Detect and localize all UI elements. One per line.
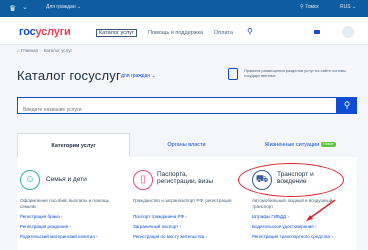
document-icon — [228, 68, 238, 80]
family-icon: ☺ — [20, 170, 40, 190]
tab-life-situations[interactable]: Жизненные ситуации Новое — [243, 133, 357, 157]
tab-categories[interactable]: Категории услуг — [17, 133, 130, 157]
search-input[interactable] — [18, 102, 336, 118]
page-title: Каталог госуслуг — [17, 68, 121, 83]
menu-chevron-icon[interactable]: ⌄ — [22, 3, 28, 11]
new-badge: Новое — [321, 142, 336, 148]
crest-icon: ♛ — [9, 4, 17, 13]
annotation-circle — [238, 163, 344, 197]
language-selector[interactable]: RUS ⌄ — [340, 4, 356, 10]
category-link[interactable]: Регистрация по месту жительства › — [133, 234, 207, 239]
category-link[interactable]: Родительский материнский капитал › — [20, 234, 98, 239]
nav-catalog[interactable]: Каталог услуг — [96, 29, 137, 37]
category-link[interactable]: Водительское удостоверение › — [252, 224, 317, 229]
category-desc-family: Оформление пособий, выплаты и помощь сем… — [20, 198, 110, 209]
catalog-tabs: Категории услуг Органы власти Жизненные … — [17, 133, 357, 157]
search-icon[interactable]: ⚲ — [247, 27, 253, 36]
breadcrumb-home[interactable]: ⌂ Главная — [17, 48, 38, 53]
category-link[interactable]: Регистрация брака › — [20, 214, 62, 219]
info-text[interactable]: Правила размещения разделов услуг на сай… — [244, 68, 359, 78]
catalog-audience-select[interactable]: для граждан ⌄ — [121, 73, 156, 79]
category-title-family[interactable]: Семья и дети — [46, 176, 87, 183]
breadcrumb-current: Каталог услуг — [43, 48, 73, 53]
top-bar: ♛ ⌄ Для граждан ⌄ ⚲ Томск RUS ⌄ — [0, 0, 368, 17]
avatar[interactable] — [342, 26, 354, 38]
category-link[interactable]: Паспорт гражданина РФ › — [133, 214, 187, 219]
search-button[interactable]: ⚲ — [337, 97, 357, 114]
site-header: госуслуги Каталог услуг Помощь и поддерж… — [0, 17, 368, 45]
annotation-arrow-icon — [306, 199, 336, 221]
audience-selector[interactable]: Для граждан ⌄ — [46, 4, 81, 10]
category-title-passports[interactable]: Паспорта, регистрации, визы — [157, 171, 227, 185]
notifications-icon[interactable] — [314, 30, 320, 34]
nav-help[interactable]: Помощь и поддержка — [148, 30, 203, 36]
category-link[interactable]: Регистрация рождения › — [20, 224, 71, 229]
category-link[interactable]: Регистрация транспортного средства › — [252, 234, 333, 239]
breadcrumb: ⌂ Главная › Каталог услуг — [17, 48, 72, 53]
nav-payment[interactable]: Оплата — [214, 30, 233, 36]
gosuslugi-logo[interactable]: госуслуги — [19, 26, 71, 38]
tab-authorities[interactable]: Органы власти — [130, 133, 243, 157]
region-selector[interactable]: ⚲ Томск — [300, 4, 319, 10]
category-desc-passports: Гражданство и загранпаспорт РФ, регистра… — [133, 198, 232, 203]
category-link[interactable]: Заграничный паспорт › — [133, 224, 181, 229]
category-link[interactable]: Штрафы ГИБДД › — [252, 214, 289, 219]
passport-icon: ▯ — [133, 170, 153, 190]
search-icon: ⚲ — [343, 100, 351, 110]
breadcrumb-separator: › — [40, 48, 42, 53]
catalog-search-field[interactable] — [17, 97, 337, 118]
